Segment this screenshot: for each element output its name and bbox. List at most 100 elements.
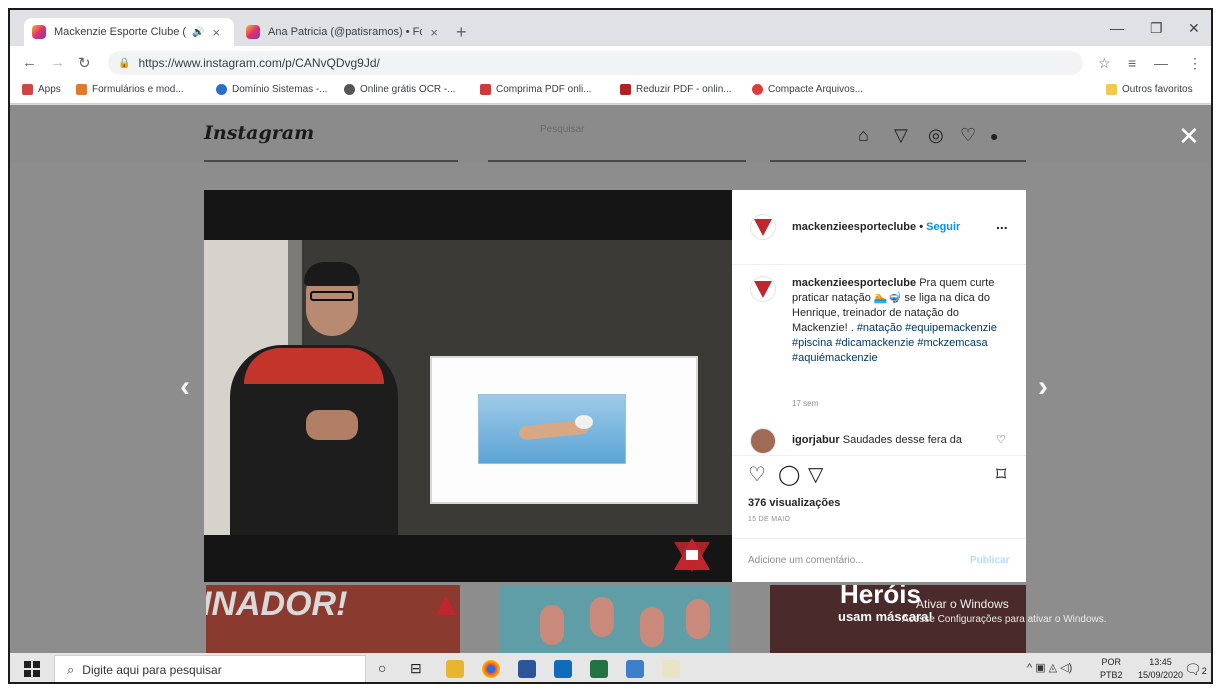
caption-username[interactable]: mackenzieesporteclube — [792, 277, 916, 289]
system-tray-icons[interactable]: ^ ▣ ◬ ◁) — [1027, 661, 1072, 674]
thumbnail-text: Heróis — [840, 585, 921, 609]
reload-icon[interactable]: ↻ — [78, 54, 91, 72]
bookmark-apps[interactable]: Apps — [22, 84, 61, 95]
word-icon[interactable] — [518, 660, 536, 678]
search-icon: ⌕ — [67, 661, 75, 677]
mackenzie-logo-icon — [436, 595, 456, 615]
clock-time: 13:45 — [1149, 657, 1172, 667]
tab-mackenzie[interactable]: Mackenzie Esporte Clube ( 🔊 × — [24, 18, 234, 46]
taskbar-search-input[interactable]: ⌕ Digite aqui para pesquisar — [54, 655, 366, 682]
search-input[interactable]: Pesquisar — [540, 124, 584, 135]
excel-icon[interactable] — [590, 660, 608, 678]
account-avatar[interactable] — [750, 214, 776, 240]
restore-icon[interactable]: ❐ — [1150, 20, 1163, 37]
caption-timestamp: 17 sem — [792, 399, 819, 408]
presenter-hair — [304, 262, 360, 286]
bookmark-dominio[interactable]: Domínio Sistemas -... — [216, 84, 328, 95]
instagram-logo[interactable]: Instagram — [204, 122, 314, 144]
profile-avatar[interactable]: ● — [990, 128, 998, 144]
save-bookmark-icon[interactable]: ⌑ — [996, 462, 1006, 487]
forward-icon[interactable]: → — [50, 54, 65, 71]
explore-icon[interactable]: ◎ — [928, 125, 944, 146]
menu-dots-icon[interactable]: ⋮ — [1188, 55, 1202, 72]
speaker-icon[interactable]: 🔊 — [192, 27, 204, 38]
bookmarks-bar: Apps Formulários e mod... Domínio Sistem… — [10, 80, 1211, 104]
activity-heart-icon[interactable]: ♡ — [960, 125, 976, 146]
bookmark-reduzir-pdf[interactable]: Reduzir PDF - onlin... — [620, 84, 732, 95]
post-date: 15 DE MAIO — [748, 516, 791, 523]
paint-icon[interactable] — [662, 660, 680, 678]
add-comment-input[interactable]: Adicione um comentário... — [748, 555, 864, 566]
post-video[interactable] — [204, 190, 732, 582]
bookmark-ocr[interactable]: Online grátis OCR -... — [344, 84, 456, 95]
tab-title: Ana Patricia (@patisramos) • Fot — [268, 26, 423, 38]
back-icon[interactable]: ← — [22, 54, 37, 71]
direct-icon[interactable]: ▽ — [894, 125, 908, 146]
mackenzie-logo-icon — [674, 538, 710, 572]
star-icon[interactable]: ☆ — [1098, 55, 1111, 72]
presenter-jacket-stripe — [244, 348, 384, 384]
notification-count: 2 — [1201, 666, 1207, 676]
close-tab-icon[interactable]: × — [430, 25, 438, 40]
reading-list-icon[interactable]: ≡ — [1128, 55, 1136, 71]
comment-like-icon[interactable]: ♡ — [996, 433, 1006, 446]
comment-username[interactable]: igorjabur — [792, 434, 840, 446]
app-icon[interactable] — [554, 660, 572, 678]
post-author-header: mackenzieesporteclube • Seguir — [792, 221, 960, 233]
chrome-icon[interactable] — [482, 660, 500, 678]
home-icon[interactable]: ⌂ — [858, 125, 869, 146]
bookmark-formularios[interactable]: Formulários e mod... — [76, 84, 184, 95]
address-bar[interactable]: 🔒 https://www.instagram.com/p/CANvQDvg9J… — [108, 51, 1083, 75]
presenter-hands — [306, 410, 358, 440]
folder-icon — [1106, 84, 1117, 95]
projected-slide — [430, 356, 698, 504]
new-tab-button[interactable]: + — [456, 22, 467, 43]
keyboard-language[interactable]: POR PTB2 — [1100, 656, 1123, 682]
instagram-page: Instagram Pesquisar ⌂ ▽ ◎ ♡ ● ✕ ‹ › INAD… — [10, 105, 1211, 653]
bookmark-favicon-icon — [752, 84, 763, 95]
bookmark-comprima-pdf[interactable]: Comprima PDF onli... — [480, 84, 592, 95]
profile-icon[interactable]: — — [1154, 55, 1168, 71]
post-sidebar: mackenzieesporteclube • Seguir ... macke… — [732, 190, 1026, 582]
author-username[interactable]: mackenzieesporteclube — [792, 221, 916, 233]
close-modal-icon[interactable]: ✕ — [1178, 121, 1200, 152]
keyboard-layout: PTB2 — [1100, 670, 1123, 680]
cortana-icon[interactable]: ○ — [378, 660, 386, 676]
notification-center-icon[interactable]: 🗨2 — [1184, 661, 1207, 678]
caption-avatar[interactable] — [750, 276, 776, 302]
comment-text: Saudades desse fera da — [842, 434, 962, 446]
bookmark-favicon-icon — [76, 84, 87, 95]
bookmark-outros-favoritos[interactable]: Outros favoritos — [1106, 84, 1193, 95]
comment: igorjabur Saudades desse fera da — [792, 434, 992, 446]
publish-button[interactable]: Publicar — [970, 555, 1009, 566]
previous-post-icon[interactable]: ‹ — [180, 370, 190, 404]
share-icon[interactable]: ▽ — [808, 462, 823, 487]
windows-activation-title: Ativar o Windows — [916, 597, 1009, 611]
follow-button[interactable]: Seguir — [926, 221, 960, 233]
swimmer-figure — [590, 597, 614, 637]
tab-ana-patricia[interactable]: Ana Patricia (@patisramos) • Fot × — [238, 18, 446, 46]
swimmer-figure — [640, 607, 664, 647]
file-explorer-icon[interactable] — [446, 660, 464, 678]
grid-thumbnail[interactable]: INADOR! — [206, 585, 460, 653]
minimize-icon[interactable]: — — [1110, 20, 1124, 36]
header-divider — [488, 160, 746, 162]
grid-thumbnail[interactable] — [500, 585, 730, 653]
system-clock[interactable]: 13:45 15/09/2020 — [1138, 656, 1183, 682]
close-window-icon[interactable]: ✕ — [1188, 20, 1200, 37]
windows-start-icon[interactable] — [24, 661, 40, 677]
view-count: 376 visualizações — [748, 497, 841, 509]
clock-date: 15/09/2020 — [1138, 670, 1184, 680]
photos-icon[interactable] — [626, 660, 644, 678]
bookmark-compacte[interactable]: Compacte Arquivos... — [752, 84, 863, 95]
next-post-icon[interactable]: › — [1038, 370, 1048, 404]
instagram-favicon-icon — [32, 25, 46, 39]
comment-bubble-icon[interactable]: ◯ — [778, 462, 800, 487]
swimmer-figure — [540, 605, 564, 645]
like-heart-icon[interactable]: ♡ — [748, 462, 766, 487]
commenter-avatar[interactable] — [750, 428, 776, 454]
more-options-icon[interactable]: ... — [996, 216, 1008, 232]
close-tab-icon[interactable]: × — [213, 25, 221, 40]
task-view-icon[interactable]: ⊟ — [410, 660, 422, 677]
presenter-glasses — [310, 291, 354, 301]
